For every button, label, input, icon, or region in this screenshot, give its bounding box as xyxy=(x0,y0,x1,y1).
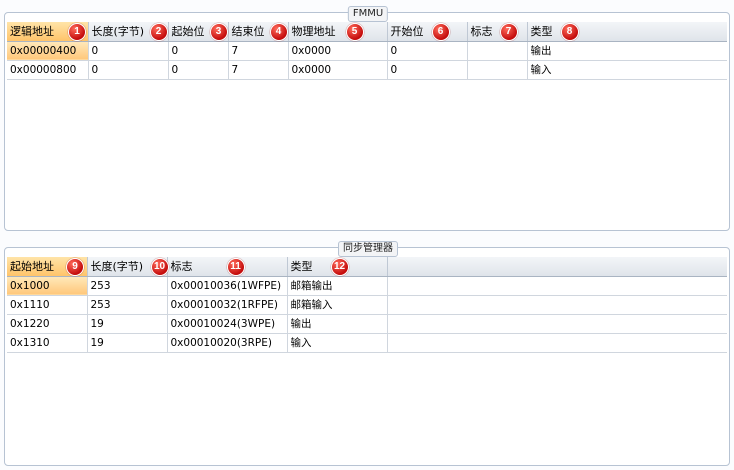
sm-col-flags[interactable]: 标志 11 xyxy=(167,257,288,277)
table-cell[interactable]: 7 xyxy=(228,60,289,80)
sync-manager-header-row: 起始地址 9 长度(字节) 10 标志 11 类型 12 xyxy=(7,257,727,277)
table-cell[interactable]: 0 xyxy=(168,41,229,61)
fmmu-group: FMMU 逻辑地址 1 长度(字节) 2 起始位 3 结束位 4 物理地址 5 开始位 6 … xyxy=(4,6,730,231)
table-cell[interactable]: 0x00000400 xyxy=(7,41,89,61)
table-cell[interactable]: 0x00000800 xyxy=(7,60,89,80)
table-cell[interactable]: 0x00010024(3WPE) xyxy=(167,314,288,334)
table-cell[interactable]: 0 xyxy=(387,41,468,61)
table-cell[interactable]: 0 xyxy=(88,60,169,80)
table-cell[interactable]: 0 xyxy=(88,41,169,61)
table-cell[interactable]: 0x00010020(3RPE) xyxy=(167,333,288,353)
fmmu-col-type[interactable]: 类型 8 xyxy=(527,22,727,42)
sync-manager-table: 起始地址 9 长度(字节) 10 标志 11 类型 12 0x1000 253 0x00… xyxy=(7,257,727,353)
table-cell[interactable]: 输出 xyxy=(287,314,388,334)
callout-badge: 9 xyxy=(66,258,84,276)
callout-badge: 1 xyxy=(68,23,86,41)
table-cell[interactable]: 0x00010036(1WFPE) xyxy=(167,276,288,296)
table-cell[interactable] xyxy=(467,41,528,61)
table-cell[interactable]: 输入 xyxy=(287,333,388,353)
fmmu-col-start-bit[interactable]: 起始位 3 xyxy=(168,22,229,42)
callout-badge: 3 xyxy=(209,23,228,41)
table-cell[interactable]: 253 xyxy=(87,276,168,296)
table-cell[interactable]: 0 xyxy=(168,60,229,80)
callout-badge: 5 xyxy=(345,23,364,41)
fmmu-table: 逻辑地址 1 长度(字节) 2 起始位 3 结束位 4 物理地址 5 开始位 6 标志 7 类… xyxy=(7,22,727,80)
sm-col-length[interactable]: 长度(字节) 10 xyxy=(87,257,169,277)
table-cell[interactable]: 19 xyxy=(87,314,168,334)
fmmu-col-physical-address[interactable]: 物理地址 5 xyxy=(288,22,388,42)
fmmu-col-logical-address[interactable]: 逻辑地址 1 xyxy=(7,22,89,42)
table-cell[interactable]: 0x1220 xyxy=(7,314,88,334)
fmmu-col-begin-bit[interactable]: 开始位 6 xyxy=(387,22,468,42)
table-cell[interactable]: 0 xyxy=(387,60,468,80)
callout-badge: 2 xyxy=(149,23,168,41)
table-cell[interactable]: 邮箱输入 xyxy=(287,295,388,315)
table-cell[interactable]: 0x1310 xyxy=(7,333,88,353)
table-cell[interactable] xyxy=(467,60,528,80)
fmmu-header-row: 逻辑地址 1 长度(字节) 2 起始位 3 结束位 4 物理地址 5 开始位 6 标志 7 类… xyxy=(7,22,727,42)
callout-badge: 12 xyxy=(330,258,349,276)
table-cell[interactable]: 输出 xyxy=(527,41,727,61)
fmmu-col-end-bit[interactable]: 结束位 4 xyxy=(228,22,289,42)
table-cell[interactable]: 0x0000 xyxy=(288,60,388,80)
fmmu-col-length[interactable]: 长度(字节) 2 xyxy=(88,22,169,42)
callout-badge: 4 xyxy=(269,23,288,41)
table-cell[interactable]: 0x00010032(1RFPE) xyxy=(167,295,288,315)
table-cell[interactable]: 邮箱输出 xyxy=(287,276,388,296)
table-cell[interactable]: 输入 xyxy=(527,60,727,80)
sm-row-1[interactable]: 0x1000 253 0x00010036(1WFPE) 邮箱输出 xyxy=(7,276,727,296)
fmmu-group-title: FMMU xyxy=(347,6,389,22)
table-cell[interactable]: 0x1000 xyxy=(7,276,88,296)
table-cell[interactable]: 0x0000 xyxy=(288,41,388,61)
table-cell[interactable]: 19 xyxy=(87,333,168,353)
sm-col-start-address[interactable]: 起始地址 9 xyxy=(7,257,88,277)
table-cell[interactable]: 7 xyxy=(228,41,289,61)
table-cell[interactable]: 0x1110 xyxy=(7,295,88,315)
sync-manager-group-title: 同步管理器 xyxy=(338,241,398,257)
callout-badge: 6 xyxy=(431,23,450,41)
sync-manager-group: 同步管理器 起始地址 9 长度(字节) 10 标志 11 类型 12 0x1000 25… xyxy=(4,241,730,466)
table-cell xyxy=(387,333,727,353)
table-cell xyxy=(387,314,727,334)
sm-col-type[interactable]: 类型 12 xyxy=(287,257,388,277)
callout-badge: 11 xyxy=(226,258,245,276)
sm-row-4[interactable]: 0x1310 19 0x00010020(3RPE) 输入 xyxy=(7,333,727,353)
callout-badge: 8 xyxy=(560,23,579,41)
callout-badge: 10 xyxy=(150,258,169,276)
sm-row-3[interactable]: 0x1220 19 0x00010024(3WPE) 输出 xyxy=(7,314,727,334)
callout-badge: 7 xyxy=(499,23,518,41)
table-cell xyxy=(387,295,727,315)
table-cell[interactable]: 253 xyxy=(87,295,168,315)
sm-col-filler xyxy=(387,257,727,277)
sm-row-2[interactable]: 0x1110 253 0x00010032(1RFPE) 邮箱输入 xyxy=(7,295,727,315)
fmmu-row-2[interactable]: 0x00000800 0 0 7 0x0000 0 输入 xyxy=(7,60,727,80)
fmmu-col-flags[interactable]: 标志 7 xyxy=(467,22,528,42)
fmmu-row-1[interactable]: 0x00000400 0 0 7 0x0000 0 输出 xyxy=(7,41,727,61)
table-cell xyxy=(387,276,727,296)
